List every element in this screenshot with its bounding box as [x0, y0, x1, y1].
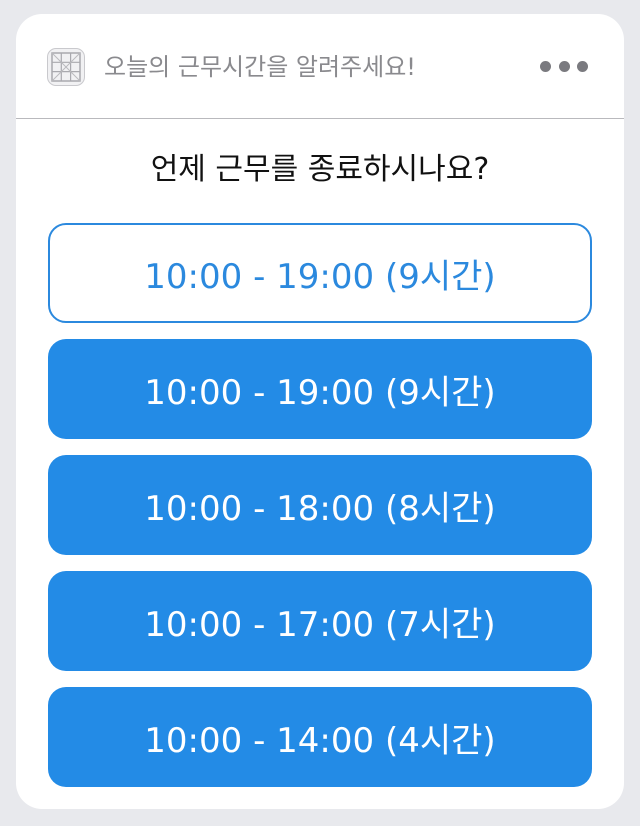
option-button-4[interactable]: 10:00 - 17:00 (7시간): [48, 571, 592, 671]
notification-card: 오늘의 근무시간을 알려주세요! 언제 근무를 종료하시나요? 10:00 - …: [16, 14, 624, 809]
ellipsis-dot: [577, 60, 588, 72]
option-button-5[interactable]: 10:00 - 14:00 (4시간): [48, 687, 592, 787]
option-button-1[interactable]: 10:00 - 19:00 (9시간): [48, 223, 592, 323]
question-text: 언제 근무를 종료하시나요?: [150, 152, 490, 187]
app-grid-icon: [47, 48, 85, 86]
notification-title: 오늘의 근무시간을 알려주세요!: [104, 53, 416, 81]
ellipsis-dot: [540, 60, 551, 72]
ellipsis-icon[interactable]: [540, 57, 588, 75]
card-header: 오늘의 근무시간을 알려주세요!: [16, 14, 624, 119]
option-button-3[interactable]: 10:00 - 18:00 (8시간): [48, 455, 592, 555]
ellipsis-dot: [558, 60, 570, 72]
option-button-2[interactable]: 10:00 - 19:00 (9시간): [48, 339, 592, 439]
